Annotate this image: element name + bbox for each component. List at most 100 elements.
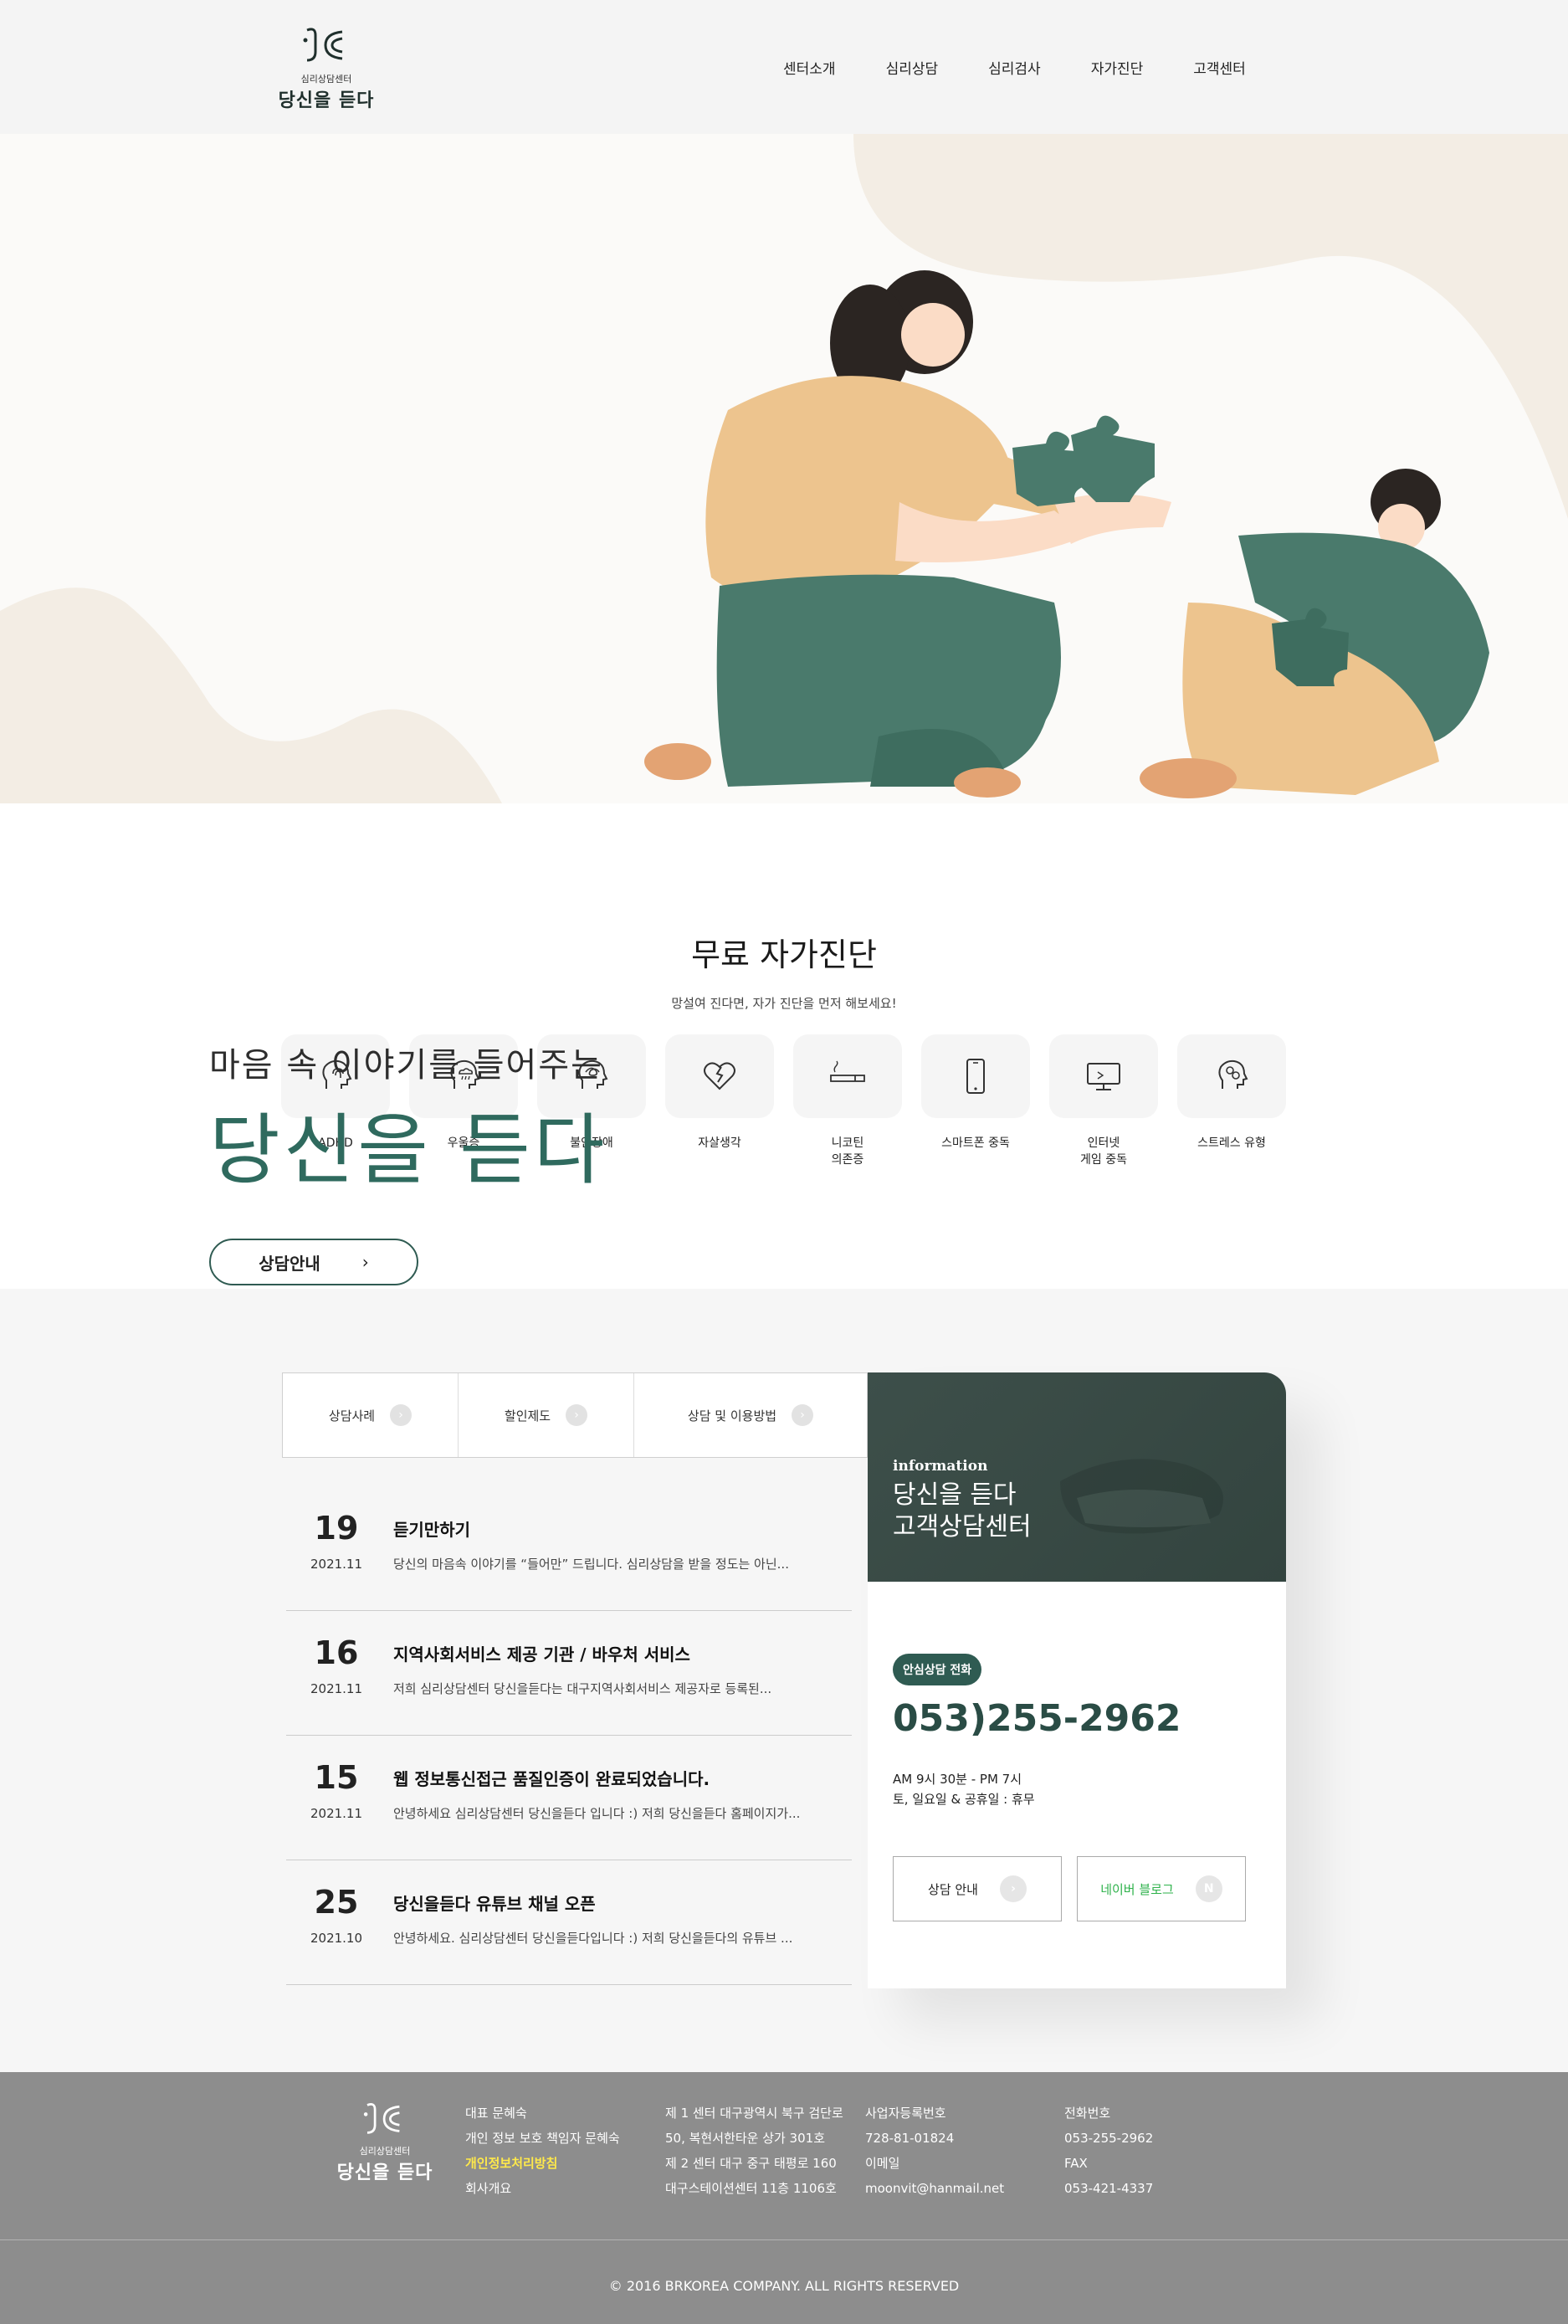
diag-label: 스마트폰 중독 (941, 1136, 1010, 1150)
news-excerpt: 저희 심리상담센터 당신을듣다는 대구지역사회서비스 제공자로 등록된... (393, 1681, 772, 1696)
footer-logo-title: 당신을 듣다 (336, 2162, 433, 2183)
footer-biz-label: 사업자등록번호 (865, 2106, 946, 2121)
naver-blog-label: 네이버 블로그 (1100, 1881, 1174, 1897)
customer-center-card: information 당신을 듣다 고객상담센터 안심상담 전화 053)25… (868, 1372, 1286, 1988)
news-title[interactable]: 듣기만하기 (393, 1516, 470, 1541)
diag-item-smartphone[interactable]: 스마트폰 중독 (921, 1034, 1030, 1168)
company-overview-link[interactable]: 회사개요 (465, 2176, 620, 2201)
chevron-right-icon: › (792, 1404, 814, 1426)
footer-col-address: 제 1 센터 대구광역시 북구 검단로 50, 복현서한타운 상가 301호 제… (665, 2101, 843, 2201)
footer-privacy-officer: 개인 정보 보호 책임자 문혜숙 (465, 2131, 620, 2146)
chevron-right-icon: › (390, 1404, 412, 1426)
copyright: © 2016 BRKOREA COMPANY. ALL RIGHTS RESER… (608, 2278, 960, 2294)
footer-logo[interactable]: 심리상담센터 당신을 듣다 (335, 2099, 435, 2184)
nav-item-center[interactable]: 센터소개 (783, 57, 836, 78)
business-hours: AM 9시 30분 - PM 7시 토, 일요일 & 공휴일 : 휴무 (893, 1772, 1035, 1807)
smartphone-icon (966, 1059, 985, 1094)
consult-guide-button[interactable]: 상담 안내 › (893, 1856, 1062, 1921)
news-day: 15 (314, 1759, 359, 1796)
news-excerpt: 안녕하세요. 심리상담센터 당신을듣다입니다 :) 저희 당신을듣다의 유튜브 … (393, 1931, 793, 1946)
self-diagnosis-subtitle: 망설여 진다면, 자가 진단을 먼저 해보세요! (671, 996, 897, 1011)
broken-heart-icon (704, 1062, 735, 1090)
diag-label: 스트레스 유형 (1197, 1136, 1266, 1150)
nav-item-customer[interactable]: 고객센터 (1193, 57, 1246, 78)
diag-box[interactable] (921, 1034, 1030, 1118)
hands-photo-image (1060, 1459, 1223, 1534)
tab-label: 상담사례 (328, 1408, 376, 1424)
privacy-policy-link[interactable]: 개인정보처리방침 (465, 2151, 620, 2176)
footer-fax: 053-421-4337 (1064, 2181, 1154, 2196)
footer-fax-label: FAX (1064, 2156, 1088, 2171)
footer-col-company: 대표 문혜숙 개인 정보 보호 책임자 문혜숙 개인정보처리방침 회사개요 (465, 2101, 620, 2201)
news-title[interactable]: 웹 정보통신접근 품질인증이 완료되었습니다. (393, 1766, 710, 1790)
news-item[interactable]: 15 2021.11 웹 정보통신접근 품질인증이 완료되었습니다. 안녕하세요… (286, 1736, 852, 1860)
footer-divider (0, 2239, 1568, 2240)
diag-box[interactable] (665, 1034, 774, 1118)
footer-col-business: 사업자등록번호 728-81-01824 이메일 moonvit@hanmail… (865, 2101, 1004, 2201)
news-year-month: 2021.11 (310, 1557, 363, 1572)
news-item[interactable]: 19 2021.11 듣기만하기 당신의 마음속 이야기를 “들어만” 드립니다… (286, 1486, 852, 1611)
logo-mark-icon (303, 28, 343, 62)
footer-col-contact: 전화번호 053-255-2962 FAX 053-421-4337 (1064, 2101, 1153, 2201)
tab-cases[interactable]: 상담사례 › (283, 1373, 459, 1457)
news-day: 16 (314, 1634, 359, 1671)
nav-item-test[interactable]: 심리검사 (988, 57, 1041, 78)
diag-item-stress[interactable]: 스트레스 유형 (1177, 1034, 1286, 1168)
self-diagnosis-title: 무료 자가진단 (691, 936, 877, 973)
monitor-icon (1087, 1063, 1120, 1090)
info-title: 당신을 듣다 고객상담센터 (893, 1480, 1032, 1542)
news-item[interactable]: 25 2021.10 당신을듣다 유튜브 채널 오픈 안녕하세요. 심리상담센터… (286, 1860, 852, 1985)
cigarette-icon (830, 1060, 865, 1082)
news-year-month: 2021.11 (310, 1681, 363, 1696)
diag-item-internet-game[interactable]: 인터넷 게임 중독 (1049, 1034, 1158, 1168)
consult-info-label: 상담안내 (259, 1253, 320, 1274)
footer-email-label: 이메일 (865, 2156, 900, 2171)
hero-tagline: 마음 속 이야기를 들어주는 (209, 1046, 603, 1085)
chevron-right-icon: › (361, 1252, 369, 1272)
logo-mark-icon (363, 2103, 400, 2134)
diag-item-suicidal[interactable]: 자살생각 (665, 1034, 774, 1168)
site-logo[interactable]: 심리상담센터 당신을 듣다 (276, 23, 377, 112)
footer-address-line: 대구스테이션센터 11층 1106호 (665, 2181, 837, 2196)
news-title[interactable]: 당신을듣다 유튜브 채널 오픈 (393, 1890, 596, 1915)
board-tabs: 상담사례 › 할인제도 › 상담 및 이용방법 › (282, 1372, 868, 1458)
news-title[interactable]: 지역사회서비스 제공 기관 / 바우처 서비스 (393, 1641, 690, 1665)
footer-address-line: 50, 복현서한타운 상가 301호 (665, 2131, 825, 2146)
naver-icon: N (1195, 1875, 1222, 1902)
news-day: 25 (314, 1884, 359, 1921)
tab-discount[interactable]: 할인제도 › (459, 1373, 634, 1457)
site-footer: 심리상담센터 당신을 듣다 대표 문혜숙 개인 정보 보호 책임자 문혜숙 개인… (0, 2072, 1568, 2324)
logo-title: 당신을 듣다 (278, 90, 375, 111)
hero-banner (0, 134, 1568, 803)
footer-ceo: 대표 문혜숙 (465, 2106, 527, 2121)
footer-email[interactable]: moonvit@hanmail.net (865, 2176, 1004, 2201)
diag-label: 니코틴 의존증 (831, 1136, 864, 1167)
news-item[interactable]: 16 2021.11 지역사회서비스 제공 기관 / 바우처 서비스 저희 심리… (286, 1611, 852, 1736)
hero-title: 당신을 듣다 (209, 1106, 608, 1195)
news-list: 19 2021.11 듣기만하기 당신의 마음속 이야기를 “들어만” 드립니다… (286, 1486, 852, 1985)
diag-label: 인터넷 게임 중독 (1080, 1136, 1127, 1167)
diag-label: 자살생각 (698, 1136, 741, 1150)
nav-item-counseling[interactable]: 심리상담 (886, 57, 939, 78)
footer-address-line: 제 1 센터 대구광역시 북구 검단로 (665, 2106, 843, 2121)
news-year-month: 2021.11 (310, 1806, 363, 1821)
news-section: 상담사례 › 할인제도 › 상담 및 이용방법 › 19 2021.11 듣기만… (0, 1289, 1568, 2072)
main-nav: 센터소개 심리상담 심리검사 자가진단 고객센터 (783, 57, 1296, 78)
news-day: 19 (314, 1510, 359, 1547)
diag-box[interactable] (793, 1034, 902, 1118)
footer-address-line: 제 2 센터 대구 중구 태평로 160 (665, 2156, 837, 2171)
phone-number[interactable]: 053)255-2962 (893, 1697, 1181, 1740)
footer-logo-subtitle: 심리상담센터 (359, 2146, 411, 2157)
hero-illustration (0, 134, 1568, 803)
news-excerpt: 당신의 마음속 이야기를 “들어만” 드립니다. 심리상담을 받을 정도는 아닌… (393, 1557, 789, 1572)
footer-phone-label: 전화번호 (1064, 2106, 1111, 2121)
nav-item-self-diagnosis[interactable]: 자가진단 (1091, 57, 1144, 78)
diag-item-nicotine[interactable]: 니코틴 의존증 (793, 1034, 902, 1168)
naver-blog-button[interactable]: 네이버 블로그 N (1077, 1856, 1246, 1921)
diag-box[interactable] (1049, 1034, 1158, 1118)
consult-info-button[interactable]: 상담안내 › (209, 1239, 418, 1285)
tab-how-to-use[interactable]: 상담 및 이용방법 › (634, 1373, 867, 1457)
footer-phone[interactable]: 053-255-2962 (1064, 2126, 1153, 2151)
footer-biz-number: 728-81-01824 (865, 2131, 955, 2146)
diag-box[interactable] (1177, 1034, 1286, 1118)
